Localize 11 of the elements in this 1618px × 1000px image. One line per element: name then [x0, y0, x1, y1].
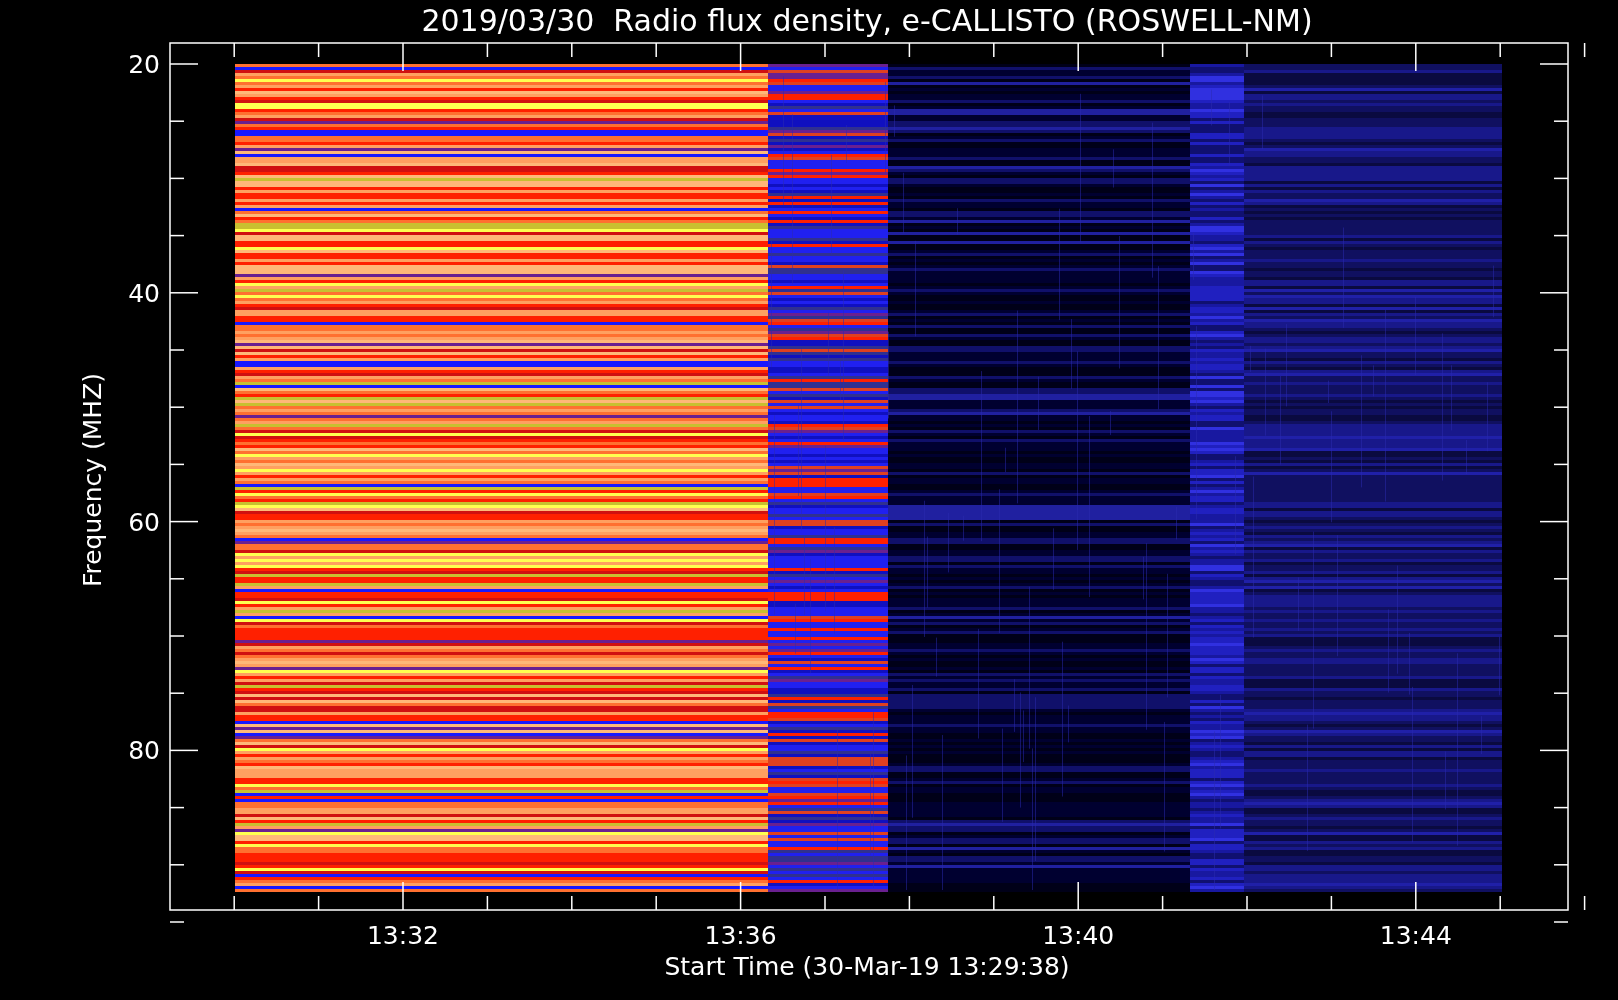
y-tick-label: 40: [128, 278, 160, 308]
y-axis-title: Frequency (MHZ): [78, 372, 107, 588]
chart-title: 2019/03/30 Radio flux density, e-CALLISTO (ROSWELL-NM): [421, 3, 1313, 38]
x-tick-label: 13:40: [1042, 921, 1115, 950]
x-tick-label: 13:32: [367, 921, 439, 950]
x-tick-label: 13:36: [704, 921, 777, 950]
y-tick-label: 80: [128, 736, 160, 766]
x-axis-title: Start Time (30-Mar-19 13:29:38): [664, 952, 1070, 981]
y-tick-label: 20: [128, 50, 160, 79]
x-tick-label: 13:44: [1379, 921, 1452, 950]
y-tick-label: 60: [128, 507, 160, 537]
